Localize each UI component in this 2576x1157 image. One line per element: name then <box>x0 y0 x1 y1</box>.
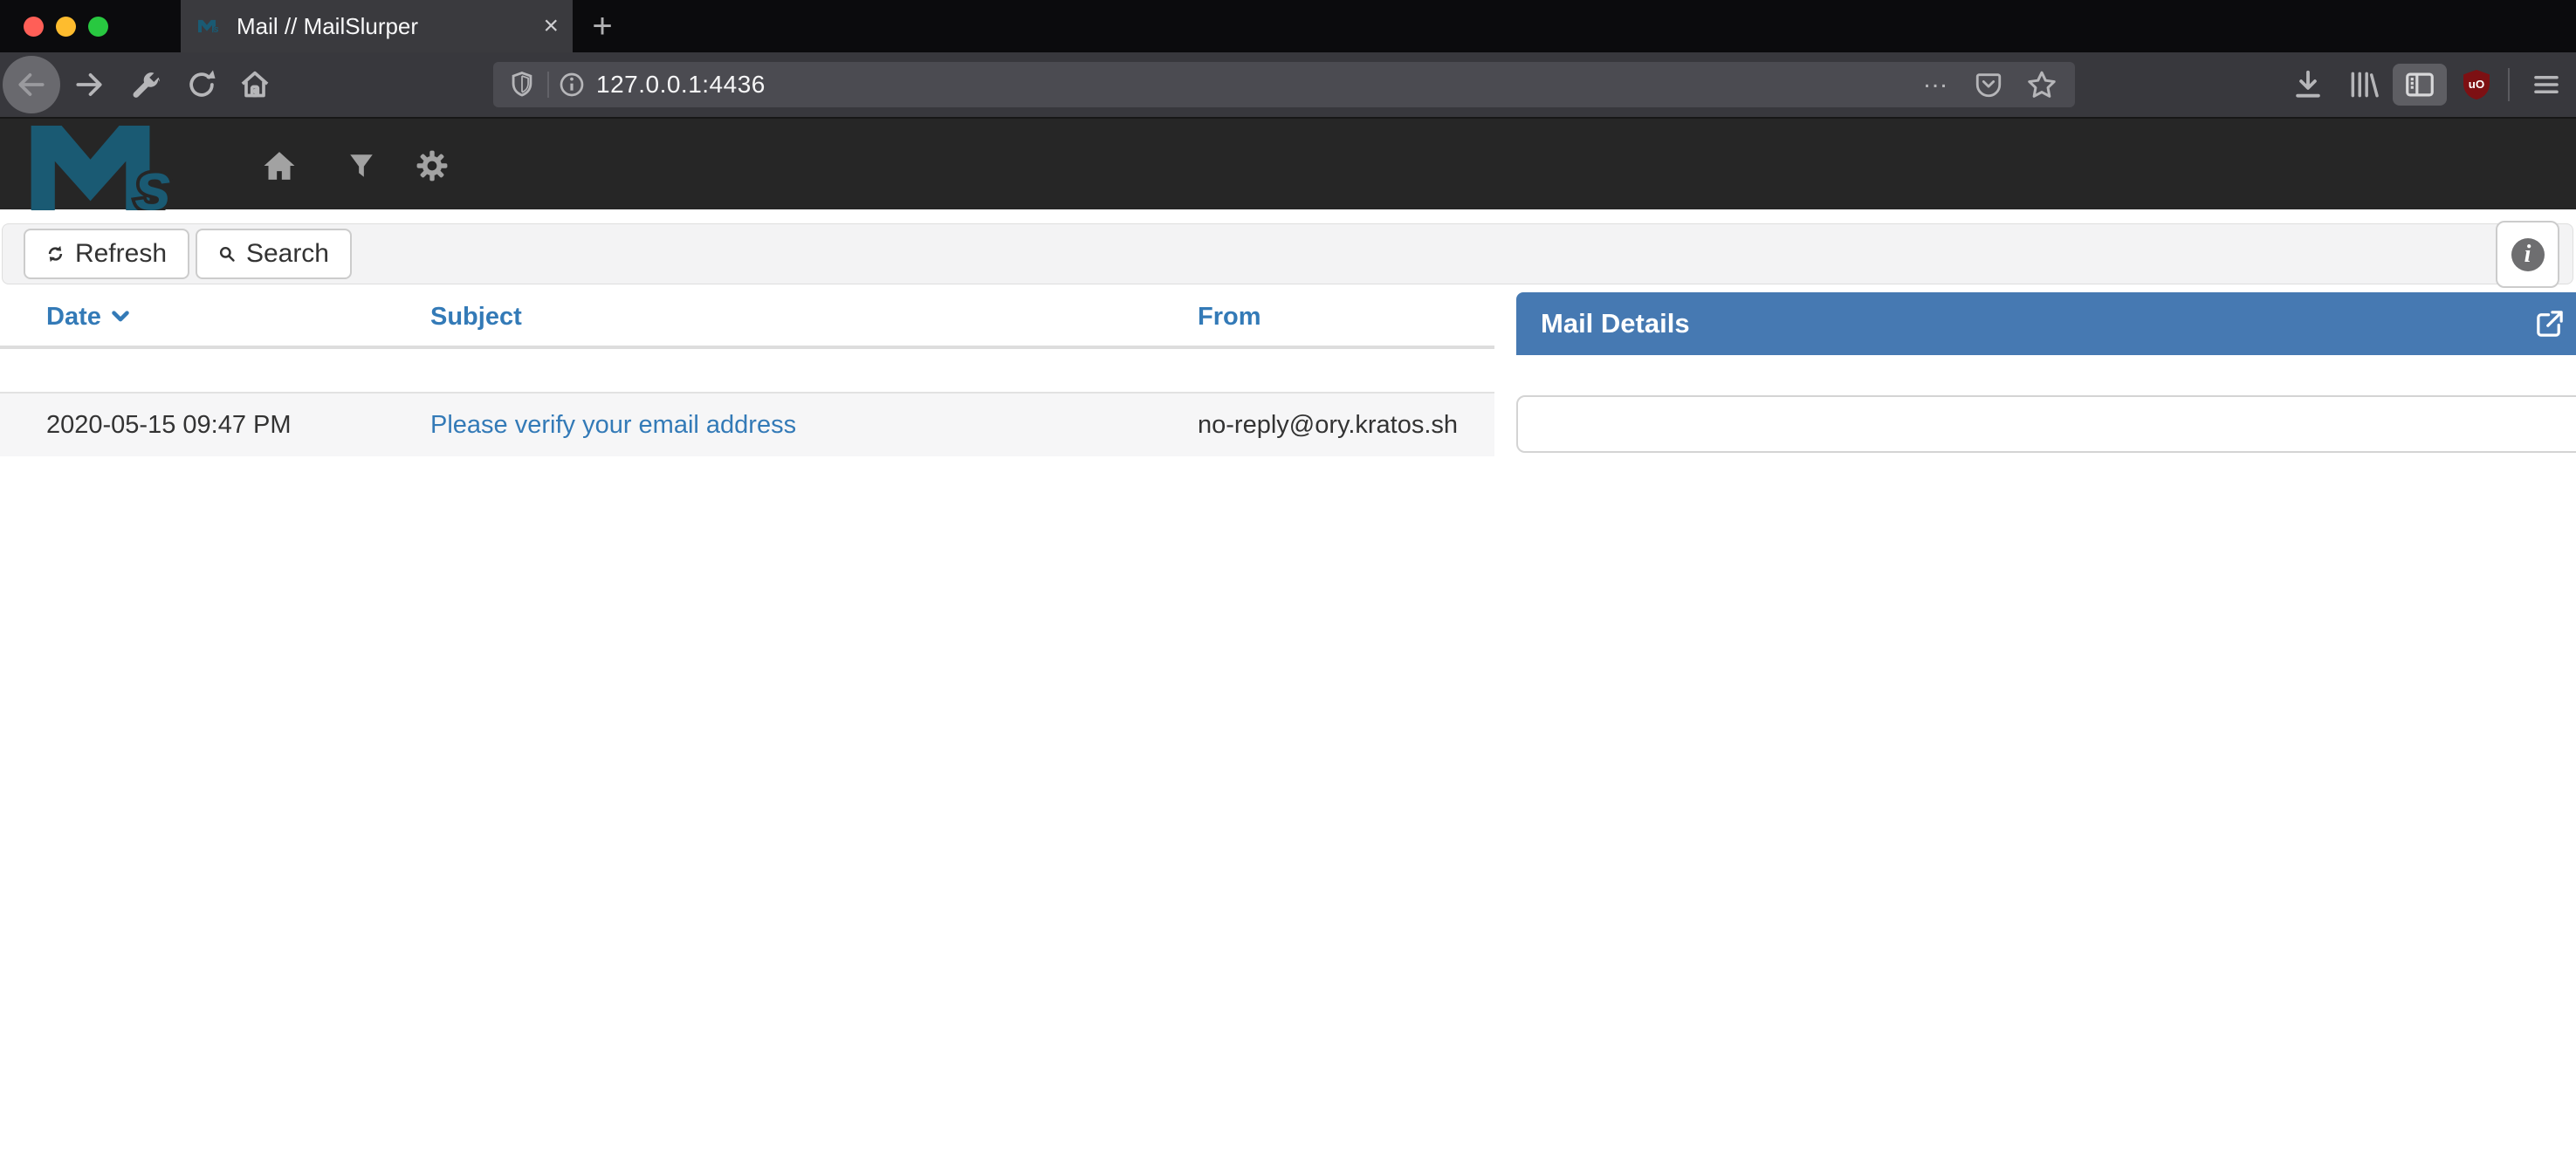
empty-row <box>0 349 1494 392</box>
refresh-label: Refresh <box>75 239 167 269</box>
sidebar-toggle-button[interactable] <box>2393 64 2447 106</box>
nav-settings-button[interactable] <box>415 148 450 183</box>
search-label: Search <box>246 239 329 269</box>
tracking-protection-shield-icon[interactable] <box>507 70 537 99</box>
action-toolbar: Refresh Search i <box>2 223 2573 284</box>
library-icon <box>2347 68 2380 101</box>
refresh-icon <box>46 242 65 266</box>
logo-s-glyph: s <box>213 24 218 35</box>
mail-details-body <box>1516 395 2576 453</box>
wrench-icon <box>128 68 161 101</box>
toolbar-separator <box>2508 68 2510 101</box>
mail-row[interactable]: 2020-05-15 09:47 PM Please verify your e… <box>0 392 1494 456</box>
pocket-icon[interactable] <box>1974 70 2003 99</box>
download-icon <box>2291 68 2325 101</box>
ublock-badge-text: uO <box>2469 78 2485 91</box>
window-minimize-button[interactable] <box>56 17 76 37</box>
mail-details-header: Mail Details <box>1516 292 2576 355</box>
reload-button[interactable] <box>184 67 219 102</box>
open-in-new-window-button[interactable] <box>2533 307 2566 340</box>
forward-button[interactable] <box>72 67 106 102</box>
mailslurper-favicon-icon: s <box>198 16 224 37</box>
mail-from-cell: no-reply@ory.kratos.sh <box>1198 411 1494 440</box>
nav-home-button[interactable] <box>262 148 297 183</box>
filter-funnel-icon <box>347 151 376 181</box>
logo-s-glyph: s <box>134 149 172 210</box>
site-info-icon[interactable] <box>558 71 586 99</box>
info-sign-icon: i <box>2511 238 2545 271</box>
mail-details-panel: Mail Details <box>1516 292 2576 355</box>
library-button[interactable] <box>2346 67 2381 102</box>
back-arrow-icon <box>15 68 48 101</box>
browser-toolbar: 127.0.0.1:4436 … uO <box>0 52 2576 117</box>
mailslurper-navbar: s <box>0 117 2576 209</box>
date-header-label: Date <box>46 303 101 332</box>
mail-list-header: Date Subject From <box>0 288 1494 349</box>
url-bar[interactable]: 127.0.0.1:4436 … <box>493 62 2075 107</box>
urlbar-separator <box>547 72 549 98</box>
forward-arrow-icon <box>72 68 106 101</box>
sidebar-icon <box>2403 68 2436 101</box>
hamburger-menu-icon <box>2531 69 2562 100</box>
mail-date: 2020-05-15 09:47 PM <box>46 411 292 440</box>
mail-from: no-reply@ory.kratos.sh <box>1198 411 1458 439</box>
window-zoom-button[interactable] <box>88 17 108 37</box>
subject-header-label: Subject <box>430 303 522 331</box>
search-button[interactable]: Search <box>196 229 352 279</box>
ublock-shield-icon: uO <box>2459 67 2494 102</box>
tab-title: Mail // MailSlurper <box>237 13 418 40</box>
browser-tab[interactable]: s Mail // MailSlurper × <box>181 0 573 52</box>
reload-icon <box>185 68 218 101</box>
column-header-from[interactable]: From <box>1198 303 1494 332</box>
gear-icon <box>416 149 449 182</box>
bookmark-star-icon[interactable] <box>2026 69 2057 100</box>
home-icon <box>237 67 272 102</box>
nav-filter-button[interactable] <box>344 148 379 183</box>
refresh-button[interactable]: Refresh <box>24 229 189 279</box>
mail-details-title: Mail Details <box>1516 308 1690 339</box>
search-icon <box>218 242 236 266</box>
from-header-label: From <box>1198 303 1261 331</box>
ublock-extension-button[interactable]: uO <box>2459 67 2494 102</box>
url-text[interactable]: 127.0.0.1:4436 <box>596 71 766 99</box>
back-button[interactable] <box>3 56 60 113</box>
home-button[interactable] <box>237 67 272 102</box>
window-close-button[interactable] <box>24 17 44 37</box>
column-header-subject[interactable]: Subject <box>430 303 1198 332</box>
page-tools-button[interactable] <box>127 67 162 102</box>
external-link-icon <box>2533 307 2566 340</box>
mail-list: Date Subject From 2020-05-15 09:47 PM Pl… <box>0 288 1494 456</box>
mail-subject-cell: Please verify your email address <box>430 411 1198 440</box>
info-button[interactable]: i <box>2496 221 2559 288</box>
sort-descending-chevron-icon <box>112 311 129 323</box>
browser-tab-bar: s Mail // MailSlurper × + <box>0 0 2576 52</box>
tab-close-icon[interactable]: × <box>543 13 559 39</box>
mailslurper-logo[interactable]: s <box>22 126 218 210</box>
column-header-date[interactable]: Date <box>0 303 430 332</box>
mail-date-cell: 2020-05-15 09:47 PM <box>0 411 430 440</box>
mail-subject-link[interactable]: Please verify your email address <box>430 411 796 439</box>
downloads-button[interactable] <box>2291 67 2325 102</box>
home-filled-icon <box>262 148 297 183</box>
new-tab-button[interactable]: + <box>581 0 623 52</box>
page-actions-icon[interactable]: … <box>1922 79 1951 90</box>
menu-button[interactable] <box>2529 67 2564 102</box>
